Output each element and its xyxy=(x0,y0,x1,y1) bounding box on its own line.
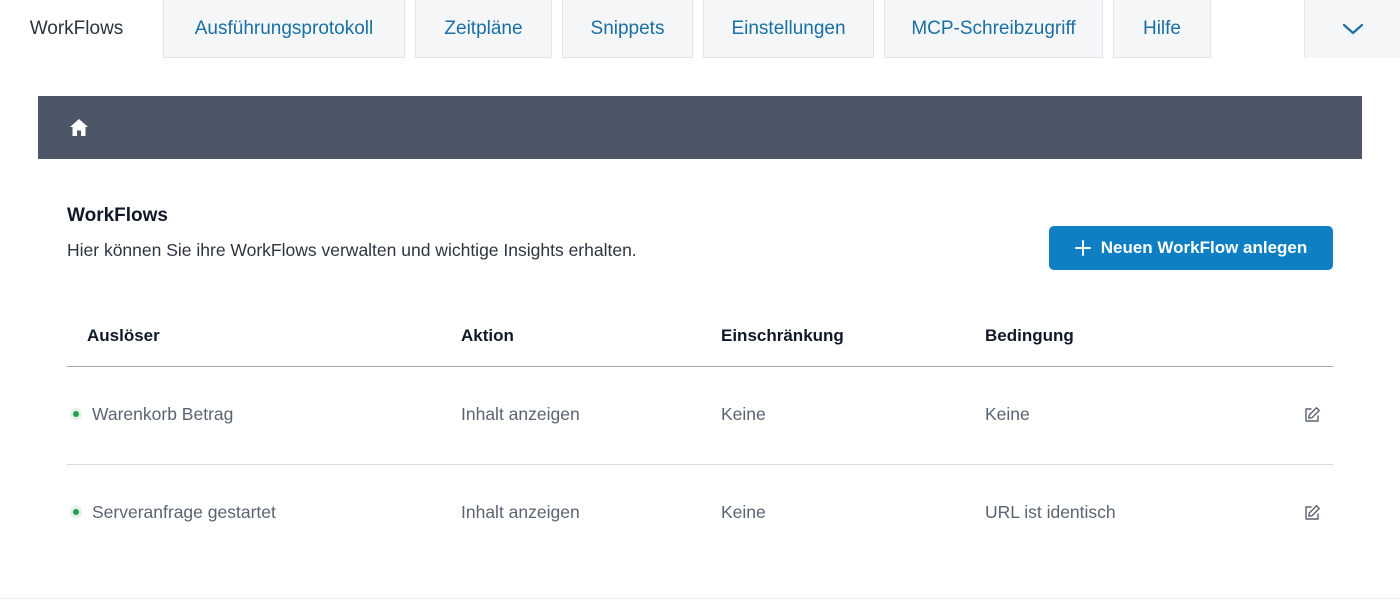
tab-einstellungen[interactable]: Einstellungen xyxy=(703,0,874,58)
bottom-divider xyxy=(0,598,1400,599)
tab-snippets[interactable]: Snippets xyxy=(562,0,693,58)
cell-condition: URL ist identisch xyxy=(985,502,1116,522)
home-icon[interactable] xyxy=(68,117,90,139)
table-header: Auslöser Aktion Einschränkung Bedingung xyxy=(67,310,1333,367)
tab-ausfuehrungsprotokoll[interactable]: Ausführungsprotokoll xyxy=(163,0,405,58)
column-header-ausloeser: Auslöser xyxy=(87,326,160,345)
tab-overflow-button[interactable] xyxy=(1304,0,1400,58)
cell-action: Inhalt anzeigen xyxy=(461,502,580,522)
breadcrumb xyxy=(38,96,1362,159)
page-description: Hier können Sie ihre WorkFlows verwalten… xyxy=(67,240,637,260)
cell-restriction: Keine xyxy=(721,502,766,522)
column-header-einschraenkung: Einschränkung xyxy=(721,326,844,345)
edit-icon[interactable] xyxy=(1303,406,1321,424)
new-workflow-button-label: Neuen WorkFlow anlegen xyxy=(1100,238,1308,257)
cell-action: Inhalt anzeigen xyxy=(461,404,580,424)
tab-bar: WorkFlows Ausführungsprotokoll Zeitpläne… xyxy=(0,0,1400,58)
cell-trigger: Serveranfrage gestartet xyxy=(92,502,276,522)
tab-zeitplaene[interactable]: Zeitpläne xyxy=(415,0,552,58)
tab-hilfe[interactable]: Hilfe xyxy=(1113,0,1211,58)
plus-icon xyxy=(1074,240,1091,256)
tab-mcp-schreibzugriff[interactable]: MCP-Schreibzugriff xyxy=(884,0,1103,58)
table-row: Serveranfrage gestartet Inhalt anzeigen … xyxy=(67,465,1333,563)
table-row: Warenkorb Betrag Inhalt anzeigen Keine K… xyxy=(67,367,1333,465)
workflows-table: Auslöser Aktion Einschränkung Bedingung … xyxy=(67,310,1333,563)
chevron-down-icon xyxy=(1342,22,1364,36)
cell-condition: Keine xyxy=(985,404,1030,424)
column-header-aktion: Aktion xyxy=(461,326,514,345)
column-header-bedingung: Bedingung xyxy=(985,326,1074,345)
cell-trigger: Warenkorb Betrag xyxy=(92,404,234,424)
new-workflow-button[interactable]: Neuen WorkFlow anlegen xyxy=(1049,226,1333,270)
status-active-indicator xyxy=(70,408,82,420)
edit-icon[interactable] xyxy=(1303,504,1321,522)
page-title: WorkFlows xyxy=(67,205,168,226)
cell-restriction: Keine xyxy=(721,404,766,424)
tab-workflows[interactable]: WorkFlows xyxy=(0,0,153,58)
status-active-indicator xyxy=(70,506,82,518)
